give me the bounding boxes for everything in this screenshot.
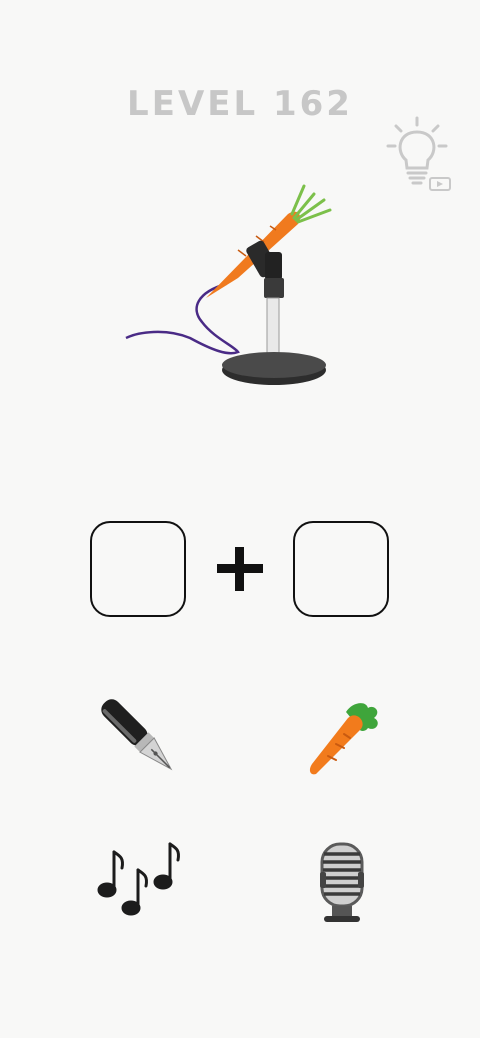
- video-play-icon: [429, 177, 451, 191]
- hint-button[interactable]: [384, 116, 454, 194]
- answer-slot-left[interactable]: [90, 521, 186, 617]
- studio-microphone-icon: [320, 842, 364, 922]
- option-carrot[interactable]: [294, 690, 390, 786]
- option-musical-notes[interactable]: [92, 832, 188, 928]
- fountain-pen-icon: [101, 699, 173, 771]
- musical-notes-icon: [97, 842, 180, 916]
- option-studio-microphone[interactable]: [294, 832, 390, 928]
- option-fountain-pen[interactable]: [92, 690, 188, 786]
- answer-slot-right[interactable]: [293, 521, 389, 617]
- carrot-icon: [309, 703, 378, 775]
- lightbulb-icon: [386, 116, 451, 191]
- carrot-microphone-icon: [118, 180, 348, 395]
- plus-icon: [215, 546, 265, 592]
